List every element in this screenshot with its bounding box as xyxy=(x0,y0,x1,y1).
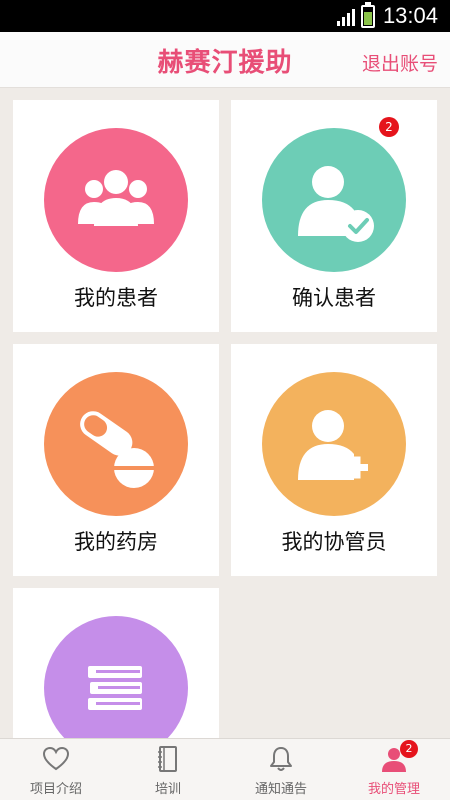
card-label: 我的患者 xyxy=(74,286,158,310)
tab-label: 我的管理 xyxy=(367,782,420,797)
user-check-icon xyxy=(262,128,406,272)
bell-icon xyxy=(270,747,292,771)
signal-icon xyxy=(337,9,355,26)
heart-icon xyxy=(42,746,70,771)
card-label: 我的协管员 xyxy=(281,530,387,554)
card-my-assistants[interactable]: 我的协管员 xyxy=(231,344,437,576)
tab-training[interactable]: 培训 xyxy=(112,739,224,800)
notebook-icon xyxy=(158,746,177,772)
card-my-patients[interactable]: 我的患者 xyxy=(13,100,219,332)
feature-grid: 我的患者 2 确认患者 我的药房 我的协管员 xyxy=(0,88,450,738)
card-label: 确认患者 xyxy=(292,286,376,310)
logout-button[interactable]: 退出账号 xyxy=(362,49,438,76)
status-time: 13:04 xyxy=(382,3,438,28)
app-header: 赫赛汀援助 退出账号 xyxy=(0,32,450,88)
card-label: 我的药房 xyxy=(74,530,158,554)
notification-badge: 2 xyxy=(379,117,399,137)
tab-label: 项目介绍 xyxy=(29,782,82,797)
books-icon xyxy=(44,616,188,738)
notification-badge: 2 xyxy=(400,740,418,758)
group-icon xyxy=(44,128,188,272)
tab-label: 通知通告 xyxy=(254,782,307,797)
card-my-pharmacy[interactable]: 我的药房 xyxy=(13,344,219,576)
tab-my-management[interactable]: 2 我的管理 xyxy=(338,739,450,800)
card-confirm-patients[interactable]: 2 确认患者 xyxy=(231,100,437,332)
pills-icon xyxy=(44,372,188,516)
battery-icon xyxy=(361,2,375,28)
tab-project-intro[interactable]: 项目介绍 xyxy=(0,739,112,800)
status-bar: 13:04 xyxy=(0,0,450,32)
tab-notifications[interactable]: 通知通告 xyxy=(225,739,337,800)
bottom-tab-bar: 项目介绍 培训 通知通告 2 我的管理 xyxy=(0,738,450,800)
user-add-icon xyxy=(262,372,406,516)
tab-label: 培训 xyxy=(154,782,181,797)
card-library[interactable] xyxy=(13,588,219,738)
